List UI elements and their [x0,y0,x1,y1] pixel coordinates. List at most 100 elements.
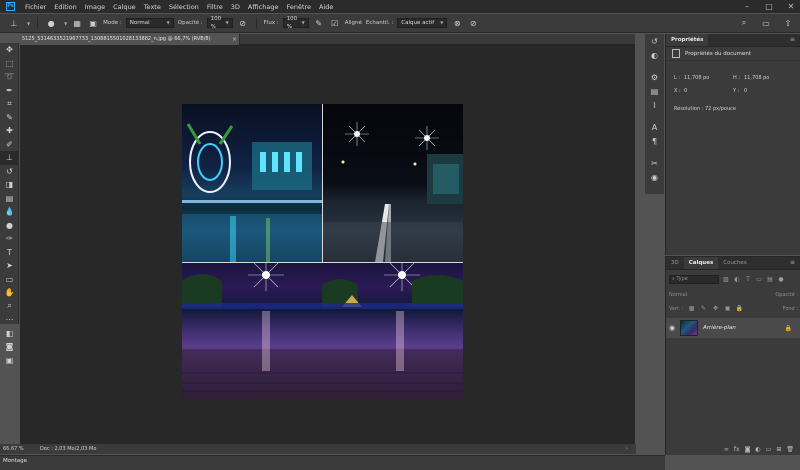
search-icon[interactable]: ⌕ [738,17,750,29]
filter-pixel-icon[interactable]: ▨ [722,276,730,284]
eye-icon[interactable]: ◉ [666,324,678,332]
paragraph-panel-icon[interactable]: ¶ [645,134,664,148]
link-layers-icon[interactable]: ∞ [724,446,729,453]
move-tool-icon[interactable]: ✥ [0,43,19,57]
brush-settings-icon[interactable]: ▦ [71,17,83,29]
gradient-tool-icon[interactable]: ▤ [0,192,19,206]
paths-panel-icon[interactable]: ⌇ [645,98,664,112]
workspace-icon[interactable]: ▭ [760,17,772,29]
layer-name[interactable]: Arrière-plan [703,325,785,331]
tab-properties[interactable]: Propriétés [666,34,709,46]
eyedropper-tool-icon[interactable]: ✎ [0,111,19,125]
marquee-tool-icon[interactable]: ⬚ [0,57,19,71]
libraries-panel-icon[interactable]: ▤ [645,84,664,98]
crop-tool-icon[interactable]: ⌗ [0,97,19,111]
timeline-tab[interactable]: Montage [3,458,27,464]
zoom-level[interactable]: 66.67 % [0,446,34,452]
zoom-tool-icon[interactable]: ⌕ [0,300,19,314]
opacity-field[interactable]: 100 % ▼ [206,16,233,30]
canvas-area[interactable] [20,45,635,444]
filter-adjustment-icon[interactable]: ◐ [733,276,741,284]
chevron-down-icon[interactable]: ▼ [27,21,30,26]
rectangle-tool-icon[interactable]: ▭ [0,273,19,287]
minimize-icon[interactable]: – [742,2,752,11]
lock-pixels-icon[interactable]: ✎ [700,305,708,313]
lock-position-icon[interactable]: ✥ [712,305,720,313]
filter-shape-icon[interactable]: ▭ [755,276,763,284]
color-panel-icon[interactable]: ◐ [645,48,664,62]
menu-3d[interactable]: 3D [227,3,244,11]
share-icon[interactable]: ⇧ [782,17,794,29]
history-panel-icon[interactable]: ↺ [645,34,664,48]
path-selection-tool-icon[interactable]: ➤ [0,259,19,273]
healing-brush-tool-icon[interactable]: ✚ [0,124,19,138]
x-value[interactable]: 0 [684,88,687,94]
close-tab-icon[interactable]: × [232,34,237,45]
pressure-opacity-icon[interactable]: ⊘ [237,17,249,29]
clone-stamp-tool-preset-icon[interactable]: ⊥ [8,17,20,29]
history-brush-tool-icon[interactable]: ↺ [0,165,19,179]
flow-field[interactable]: 100 % ▼ [282,16,309,30]
menu-edition[interactable]: Edition [50,3,81,11]
menu-image[interactable]: Image [81,3,109,11]
maximize-icon[interactable]: □ [764,2,774,11]
type-tool-icon[interactable]: T [0,246,19,260]
aligned-checkbox[interactable]: ☑ [329,17,341,29]
width-value[interactable]: 11,708 po [684,75,709,81]
character-panel-icon[interactable]: A [645,120,664,134]
glyphs-panel-icon[interactable]: ◉ [645,170,664,184]
pressure-size-icon[interactable]: ⊘ [467,17,479,29]
quick-selection-tool-icon[interactable]: ✒ [0,84,19,98]
blend-mode-select[interactable]: Normal [669,292,687,298]
trash-icon[interactable]: 🗑 [786,446,794,453]
dodge-tool-icon[interactable]: ● [0,219,19,233]
chevron-down-icon[interactable]: ▼ [64,21,67,26]
sample-select[interactable]: Calque actif ▼ [397,18,448,28]
menu-fenetre[interactable]: Fenêtre [282,3,315,11]
ignore-adjustment-layers-icon[interactable]: ⊗ [451,17,463,29]
y-value[interactable]: 0 [744,88,747,94]
blur-tool-icon[interactable]: 💧 [0,205,19,219]
brush-preset-icon[interactable]: ● [45,17,57,29]
add-mask-icon[interactable]: ◙ [745,446,751,453]
filter-smart-object-icon[interactable]: ▤ [766,276,774,284]
more-tools-icon[interactable]: ⋯ [0,313,19,327]
layer-filter-select[interactable]: ⌕ Type [669,275,719,284]
panel-menu-icon[interactable]: ≡ [790,257,795,269]
clone-stamp-tool-icon[interactable]: ⊥ [0,151,19,165]
menu-fichier[interactable]: Fichier [21,3,50,11]
hand-tool-icon[interactable]: ✋ [0,286,19,300]
layer-row[interactable]: ◉ Arrière-plan 🔒 [666,318,800,338]
clone-source-icon[interactable]: ▣ [87,17,99,29]
filter-toggle-icon[interactable]: ● [777,276,785,284]
lock-all-icon[interactable]: 🔒 [736,305,744,313]
menu-texte[interactable]: Texte [140,3,165,11]
document-tab[interactable]: 5125_5314633521967733_130881550102813388… [20,34,240,45]
tab-channels[interactable]: Couches [718,257,751,269]
new-layer-icon[interactable]: ⊞ [776,446,781,453]
airbrush-icon[interactable]: ✎ [313,17,325,29]
menu-aide[interactable]: Aide [315,3,337,11]
mode-select[interactable]: Normal ▼ [125,18,174,28]
layer-style-icon[interactable]: fx [734,446,740,453]
filter-type-icon[interactable]: T [744,276,752,284]
color-swatches-icon[interactable]: ◧ [0,327,19,341]
menu-calque[interactable]: Calque [109,3,140,11]
pen-tool-icon[interactable]: ✑ [0,232,19,246]
document-image[interactable] [182,104,463,398]
tab-layers[interactable]: Calques [683,257,719,269]
height-value[interactable]: 11,708 po [744,75,769,81]
adjustment-layer-icon[interactable]: ◐ [755,446,760,453]
panel-menu-icon[interactable]: ≡ [790,34,795,46]
menu-filtre[interactable]: Filtre [203,3,227,11]
menu-selection[interactable]: Sélection [165,3,203,11]
lasso-tool-icon[interactable]: ➰ [0,70,19,84]
lock-transparent-icon[interactable]: ▦ [688,305,696,313]
tools-panel-icon[interactable]: ✂ [645,156,664,170]
tab-3d[interactable]: 3D [666,257,684,269]
screen-mode-icon[interactable]: ▣ [0,354,19,368]
menu-affichage[interactable]: Affichage [244,3,283,11]
eraser-tool-icon[interactable]: ◨ [0,178,19,192]
chevron-right-icon[interactable]: › [626,444,628,454]
brush-tool-icon[interactable]: ✐ [0,138,19,152]
